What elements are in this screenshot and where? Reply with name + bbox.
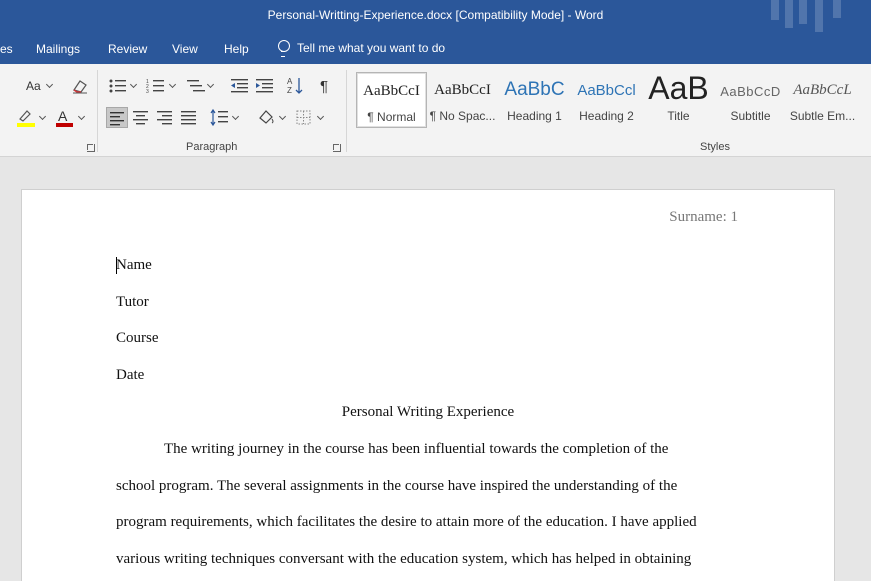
font-dialog-launcher-icon[interactable] [87, 144, 95, 152]
shading-icon[interactable] [256, 108, 276, 128]
style-heading-2[interactable]: AaBbCcl Heading 2 [571, 72, 642, 128]
tab-mailings[interactable]: Mailings [36, 42, 80, 56]
chevron-down-icon [206, 80, 215, 89]
tell-me-search[interactable]: Tell me what you want to do [277, 40, 446, 57]
svg-text:3: 3 [146, 89, 149, 94]
body-line[interactable]: program requirements, which facilitates … [116, 514, 697, 531]
chevron-down-icon [278, 112, 287, 121]
course-line[interactable]: Course [116, 330, 159, 347]
document-area[interactable]: Surname: 1 Name Tutor Course Date Person… [0, 157, 871, 581]
title-bar-decoration [771, 0, 861, 32]
font-color-icon[interactable]: A [55, 108, 75, 128]
style-name: Title [667, 109, 690, 123]
svg-text:A: A [287, 77, 293, 86]
style-title[interactable]: AaB Title [643, 70, 714, 128]
sort-icon[interactable]: A Z [286, 76, 304, 96]
justify-icon[interactable] [180, 110, 198, 126]
align-left-icon [110, 112, 124, 126]
style-name: Heading 2 [579, 109, 634, 123]
style-preview: AaBbCcD [720, 84, 781, 99]
window-title: Personal-Writting-Experience.docx [Compa… [267, 8, 604, 22]
paragraph-group-label: Paragraph [186, 141, 238, 153]
body-line[interactable]: various writing techniques conversant wi… [116, 551, 691, 568]
paragraph-dialog-launcher-icon[interactable] [333, 144, 341, 152]
chevron-down-icon [38, 112, 47, 121]
style-no-spacing[interactable]: AaBbCcI ¶ No Spac... [427, 72, 498, 128]
multilevel-list-icon[interactable] [186, 78, 206, 94]
decrease-indent-icon[interactable] [230, 78, 250, 94]
bullets-icon[interactable] [108, 78, 128, 94]
style-name: Subtle Em... [789, 109, 856, 123]
chevron-down-icon [129, 80, 138, 89]
align-right-icon[interactable] [156, 110, 174, 126]
highlight-color-icon[interactable] [16, 108, 36, 128]
tab-view[interactable]: View [172, 42, 198, 56]
increase-indent-icon[interactable] [255, 78, 275, 94]
numbering-icon[interactable]: 1 2 3 [146, 78, 166, 94]
style-name: ¶ No Spac... [429, 109, 496, 123]
align-center-icon[interactable] [132, 110, 150, 126]
styles-group-label: Styles [700, 141, 730, 153]
date-line[interactable]: Date [116, 367, 144, 384]
style-subtitle[interactable]: AaBbCcD Subtitle [715, 72, 786, 128]
tab-review[interactable]: Review [108, 42, 147, 56]
style-preview: AaBbC [504, 79, 565, 100]
clear-formatting-icon[interactable] [71, 78, 89, 94]
style-name: ¶ Normal [367, 110, 416, 124]
tell-me-label: Tell me what you want to do [297, 41, 446, 55]
line-spacing-icon[interactable] [210, 108, 230, 128]
page-header[interactable]: Surname: 1 [669, 209, 738, 226]
style-preview: AaBbCcI [434, 82, 491, 98]
tutor-line[interactable]: Tutor [116, 294, 149, 311]
style-name: Heading 1 [507, 109, 562, 123]
svg-text:Z: Z [287, 86, 292, 95]
ribbon: Aa A 1 2 3 A Z ¶ Paragraph AaBbCcI ¶ Nor… [0, 64, 871, 157]
borders-icon[interactable] [295, 109, 313, 127]
style-heading-1[interactable]: AaBbC Heading 1 [499, 72, 570, 128]
title-bar: Personal-Writting-Experience.docx [Compa… [0, 0, 871, 32]
lightbulb-icon [277, 40, 290, 57]
group-separator [346, 70, 347, 152]
style-preview: AaBbCcL [793, 82, 852, 98]
style-preview: AaBbCcl [577, 82, 636, 99]
chevron-down-icon [316, 112, 325, 121]
body-line[interactable]: The writing journey in the course has be… [164, 441, 668, 458]
group-separator [97, 70, 98, 152]
style-normal[interactable]: AaBbCcI ¶ Normal [356, 72, 427, 128]
style-preview: AaBbCcI [363, 83, 420, 99]
chevron-down-icon [231, 112, 240, 121]
ribbon-tabs: es Mailings Review View Help Tell me wha… [0, 32, 871, 64]
chevron-down-icon [45, 80, 54, 89]
change-case-button[interactable]: Aa [26, 79, 41, 93]
name-line[interactable]: Name [116, 257, 152, 274]
style-name: Subtitle [730, 109, 771, 123]
document-page[interactable]: Surname: 1 Name Tutor Course Date Person… [22, 190, 834, 581]
tab-references[interactable]: es [0, 42, 13, 56]
svg-text:A: A [58, 108, 68, 124]
tab-help[interactable]: Help [224, 42, 249, 56]
body-line[interactable]: school program. The several assignments … [116, 478, 677, 495]
style-preview: AaB [648, 70, 709, 106]
chevron-down-icon [168, 80, 177, 89]
chevron-down-icon [77, 112, 86, 121]
show-formatting-marks-icon[interactable]: ¶ [320, 78, 328, 95]
align-left-button[interactable] [106, 107, 128, 128]
document-heading[interactable]: Personal Writing Experience [22, 404, 834, 421]
style-subtle-emphasis[interactable]: AaBbCcL Subtle Em... [787, 72, 858, 128]
